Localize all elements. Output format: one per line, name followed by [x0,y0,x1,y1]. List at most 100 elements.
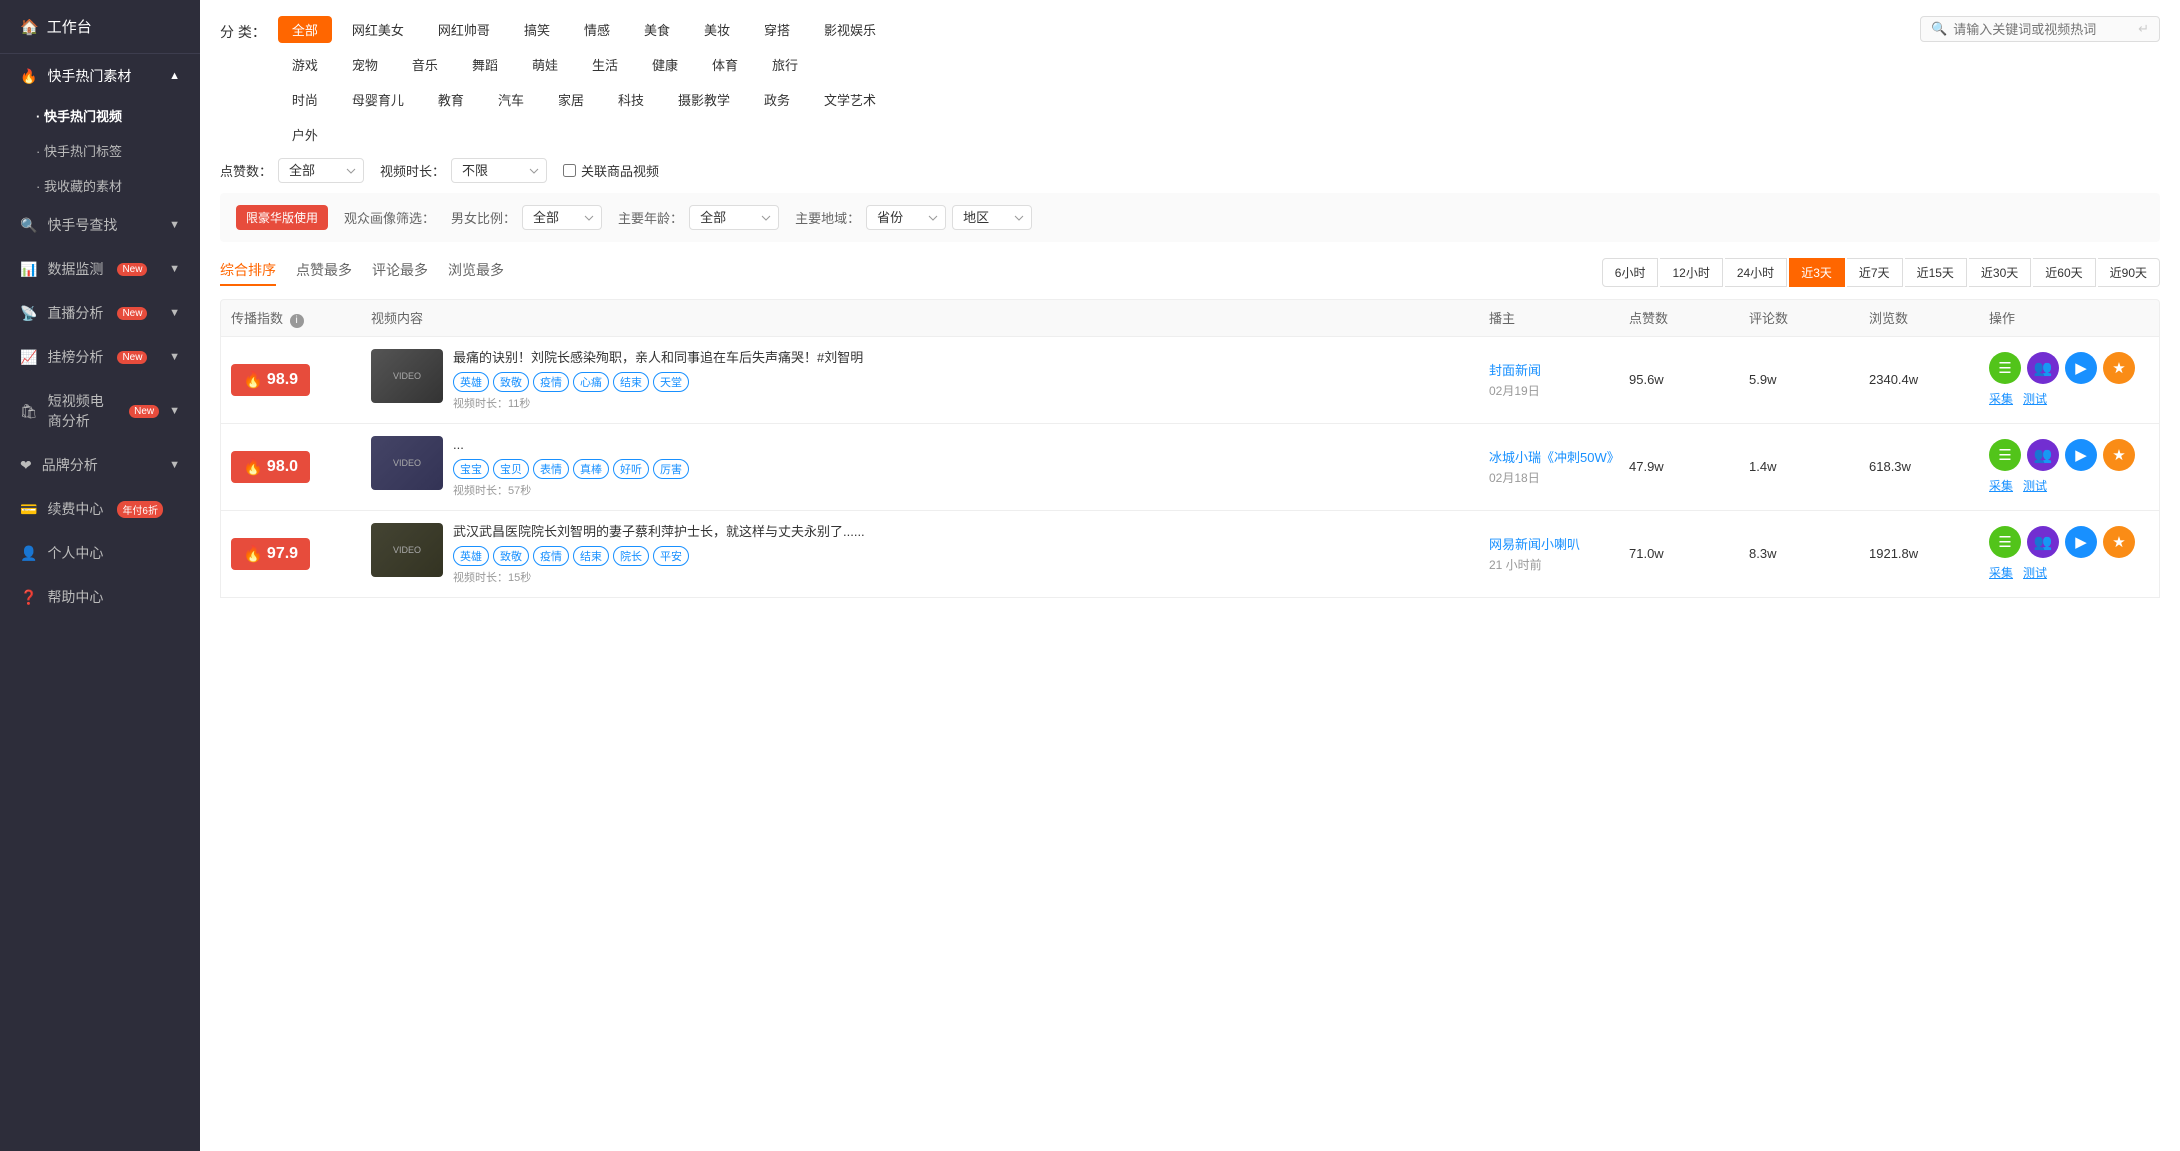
tag[interactable]: 天堂 [653,372,689,392]
follow-icon[interactable]: 👥 [2027,352,2059,384]
search-box[interactable]: 🔍 ↵ [1920,16,2160,42]
tag[interactable]: 疫情 [533,546,569,566]
tag[interactable]: 宝贝 [493,459,529,479]
cat-btn-fashion-outfit[interactable]: 穿搭 [750,16,804,43]
video-thumbnail[interactable]: VIDEO [371,436,443,490]
cat-btn-all[interactable]: 全部 [278,16,332,43]
cat-btn-travel[interactable]: 旅行 [758,51,812,78]
likes-select[interactable]: 全部 1w以上 5w以上 10w以上 50w以上 [278,158,364,183]
time-btn-15d[interactable]: 近15天 [1905,258,1967,287]
sidebar-item-ecom-analysis[interactable]: 🛍 短视频电商分析 New ▼ [0,379,200,443]
time-btn-7d[interactable]: 近7天 [1847,258,1903,287]
sidebar-item-brand-analysis[interactable]: ❤ 品牌分析 ▼ [0,443,200,487]
sidebar-item-rank-analysis[interactable]: 📈 挂榜分析 New ▼ [0,335,200,379]
sidebar-sub-item-hot-tag[interactable]: · 快手热门标签 [0,133,200,168]
city-select[interactable]: 地区 北京市 上海市 [952,205,1032,230]
sidebar-sub-item-my-material[interactable]: · 我收藏的素材 [0,168,200,203]
sort-tab-most-comments[interactable]: 评论最多 [372,260,428,286]
test-link[interactable]: 测试 [2023,477,2047,494]
cat-btn-fashion[interactable]: 时尚 [278,86,332,113]
sidebar-item-search-account[interactable]: 🔍 快手号查找 ▼ [0,203,200,247]
tag[interactable]: 真棒 [573,459,609,479]
sidebar-sub-item-hot-video[interactable]: · 快手热门视频 [0,98,200,133]
play-icon[interactable]: ▶ [2065,526,2097,558]
collect-icon[interactable]: ☰ [1989,439,2021,471]
tag[interactable]: 心痛 [573,372,609,392]
sidebar-header[interactable]: 🏠 工作台 [0,0,200,54]
cat-btn-dance[interactable]: 舞蹈 [458,51,512,78]
tag[interactable]: 英雄 [453,372,489,392]
time-btn-24h[interactable]: 24小时 [1725,258,1787,287]
follow-icon[interactable]: 👥 [2027,439,2059,471]
cat-btn-pet[interactable]: 宠物 [338,51,392,78]
tag[interactable]: 英雄 [453,546,489,566]
collect-link[interactable]: 采集 [1989,390,2013,407]
cat-btn-literature[interactable]: 文学艺术 [810,86,890,113]
tag[interactable]: 致敬 [493,546,529,566]
publisher-name[interactable]: 冰城小瑞《冲刺50W》 [1489,447,1629,466]
sort-tab-most-likes[interactable]: 点赞最多 [296,260,352,286]
sidebar-item-help[interactable]: ❓ 帮助中心 [0,575,200,619]
publisher-name[interactable]: 网易新闻小喇叭 [1489,534,1629,553]
duration-select[interactable]: 不限 1分钟以内 1-5分钟 5分钟以上 [451,158,547,183]
sidebar-item-data-monitor[interactable]: 📊 数据监测 New ▼ [0,247,200,291]
time-btn-60d[interactable]: 近60天 [2033,258,2095,287]
play-icon[interactable]: ▶ [2065,439,2097,471]
related-product-checkbox[interactable] [563,164,576,177]
time-btn-12h[interactable]: 12小时 [1660,258,1722,287]
info-icon[interactable]: i [290,314,304,328]
sidebar-item-personal[interactable]: 👤 个人中心 [0,531,200,575]
cat-btn-music[interactable]: 音乐 [398,51,452,78]
cat-btn-politics[interactable]: 政务 [750,86,804,113]
cat-btn-outdoor[interactable]: 户外 [278,121,332,148]
cat-btn-net-handsome[interactable]: 网红帅哥 [424,16,504,43]
collect-icon[interactable]: ☰ [1989,526,2021,558]
sidebar-item-live-analysis[interactable]: 📡 直播分析 New ▼ [0,291,200,335]
age-select[interactable]: 全部 18岁以下 18-24岁 25-34岁 35岁以上 [689,205,779,230]
tag[interactable]: 结束 [613,372,649,392]
tag[interactable]: 疫情 [533,372,569,392]
cat-btn-food[interactable]: 美食 [630,16,684,43]
video-thumbnail[interactable]: VIDEO [371,349,443,403]
tag[interactable]: 厉害 [653,459,689,479]
cat-btn-cute[interactable]: 萌娃 [518,51,572,78]
video-thumbnail[interactable]: VIDEO [371,523,443,577]
tag[interactable]: 宝宝 [453,459,489,479]
star-icon[interactable]: ★ [2103,352,2135,384]
test-link[interactable]: 测试 [2023,564,2047,581]
collect-link[interactable]: 采集 [1989,564,2013,581]
cat-btn-photo-teach[interactable]: 摄影教学 [664,86,744,113]
search-input[interactable] [1953,22,2132,37]
cat-btn-game[interactable]: 游戏 [278,51,332,78]
tag[interactable]: 平安 [653,546,689,566]
tag[interactable]: 结束 [573,546,609,566]
cat-btn-net-beauty[interactable]: 网红美女 [338,16,418,43]
sort-tab-most-views[interactable]: 浏览最多 [448,260,504,286]
time-btn-6h[interactable]: 6小时 [1602,258,1659,287]
gender-select[interactable]: 全部 偏男性 偏女性 [522,205,602,230]
province-select[interactable]: 省份 北京 上海 广东 [866,205,946,230]
cat-btn-parenting[interactable]: 母婴育儿 [338,86,418,113]
cat-btn-funny[interactable]: 搞笑 [510,16,564,43]
cat-btn-emotion[interactable]: 情感 [570,16,624,43]
tag[interactable]: 好听 [613,459,649,479]
cat-btn-auto[interactable]: 汽车 [484,86,538,113]
cat-btn-life[interactable]: 生活 [578,51,632,78]
test-link[interactable]: 测试 [2023,390,2047,407]
tag[interactable]: 院长 [613,546,649,566]
cat-btn-sports[interactable]: 体育 [698,51,752,78]
time-btn-30d[interactable]: 近30天 [1969,258,2031,287]
collect-icon[interactable]: ☰ [1989,352,2021,384]
cat-btn-education[interactable]: 教育 [424,86,478,113]
cat-btn-home[interactable]: 家居 [544,86,598,113]
play-icon[interactable]: ▶ [2065,352,2097,384]
tag[interactable]: 表情 [533,459,569,479]
star-icon[interactable]: ★ [2103,439,2135,471]
sidebar-item-kuaishou-hot[interactable]: 🔥 快手热门素材 ▲ [0,54,200,98]
collect-link[interactable]: 采集 [1989,477,2013,494]
cat-btn-tech[interactable]: 科技 [604,86,658,113]
follow-icon[interactable]: 👥 [2027,526,2059,558]
sidebar-item-renew[interactable]: 💳 续费中心 年付6折 [0,487,200,531]
sort-tab-comprehensive[interactable]: 综合排序 [220,260,276,286]
cat-btn-entertainment[interactable]: 影视娱乐 [810,16,890,43]
